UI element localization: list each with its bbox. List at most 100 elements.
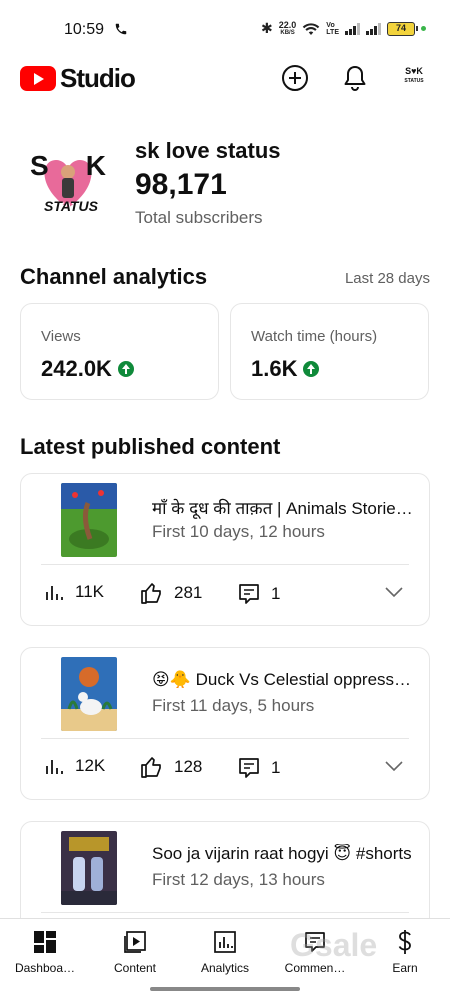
- video-thumbnail[interactable]: [61, 657, 117, 731]
- avatar-text-bottom: STATUS: [404, 78, 424, 84]
- dashboard-icon: [34, 931, 56, 953]
- volte-top: Vo: [326, 21, 335, 29]
- create-button[interactable]: [279, 62, 311, 94]
- channel-name: sk love status: [135, 138, 281, 163]
- analytics-period: Last 28 days: [344, 270, 430, 287]
- speed-unit: KB/S: [280, 29, 295, 36]
- views-stat: 11K: [45, 582, 104, 602]
- plus-circle-icon: [282, 65, 308, 91]
- views-stat: 12K: [45, 756, 105, 776]
- content-card[interactable]: माँ के दूध की ताक़त | Animals Stories #s…: [20, 473, 430, 626]
- volte-bottom: LTE: [326, 28, 339, 36]
- divider: [41, 738, 409, 739]
- status-time: 10:59: [64, 21, 105, 38]
- analytics-title: Channel analytics: [20, 264, 208, 289]
- comments-count: 1: [271, 584, 281, 603]
- views-number: 242.0K: [41, 356, 112, 381]
- subscriber-count: 98,171: [135, 168, 227, 201]
- nav-earn[interactable]: Earn: [360, 929, 450, 975]
- notifications-button[interactable]: [339, 62, 371, 94]
- thumbnail-image-icon: [61, 657, 117, 731]
- nav-label: Commen…: [284, 961, 346, 975]
- wifi-icon: [303, 22, 320, 35]
- comments-stat: 1: [237, 582, 280, 606]
- trend-up-icon: [117, 361, 134, 377]
- nav-comments[interactable]: Commen…: [270, 929, 360, 975]
- nav-dashboard[interactable]: Dashboa…: [0, 929, 90, 975]
- analytics-icon: [214, 931, 236, 953]
- avatar-tagline: STATUS: [44, 198, 98, 214]
- phone-icon: [115, 23, 127, 35]
- signal-icon-2: [366, 22, 381, 35]
- video-thumbnail[interactable]: [61, 831, 117, 905]
- nav-label: Analytics: [200, 961, 250, 975]
- bar-chart-icon: [46, 760, 63, 774]
- speed-value: 22.0: [278, 19, 297, 30]
- avatar-text-top: S♥K: [405, 66, 423, 76]
- nav-content[interactable]: Content: [90, 929, 180, 975]
- views-count: 11K: [75, 582, 104, 601]
- watch-time-card[interactable]: Watch time (hours) 1.6K: [230, 303, 429, 400]
- chevron-down-icon[interactable]: [385, 586, 403, 598]
- account-avatar[interactable]: S♥K STATUS: [400, 66, 428, 90]
- video-age: First 10 days, 12 hours: [152, 522, 325, 541]
- nav-label: Content: [113, 961, 157, 975]
- watch-time-label: Watch time (hours): [251, 328, 378, 345]
- divider: [41, 564, 409, 565]
- likes-count: 281: [174, 583, 203, 602]
- bluetooth-icon: ✱: [261, 20, 273, 36]
- content-icon: [124, 931, 146, 953]
- nav-label: Dashboa…: [14, 961, 76, 975]
- subscriber-label: Total subscribers: [135, 208, 263, 227]
- thumbs-up-icon: [141, 757, 161, 778]
- home-indicator[interactable]: [150, 987, 300, 991]
- latest-content-title: Latest published content: [20, 434, 281, 459]
- trend-up-icon: [303, 361, 320, 377]
- video-title: Soo ja vijarin raat hogyi 😇 #shorts: [152, 844, 412, 863]
- app-header: Studio S♥K STATUS: [0, 58, 450, 102]
- bar-chart-icon: [46, 586, 63, 600]
- signal-icon-1: [345, 22, 360, 35]
- avatar-letter-left: S: [30, 150, 49, 181]
- nav-analytics[interactable]: Analytics: [180, 929, 270, 975]
- likes-count: 128: [174, 757, 203, 776]
- thumbs-up-icon: [141, 583, 161, 604]
- network-speed: 22.0 KB/S: [278, 19, 297, 37]
- video-thumbnail[interactable]: [61, 483, 117, 557]
- volte-indicator: Vo LTE: [326, 22, 339, 36]
- watch-time-number: 1.6K: [251, 356, 298, 381]
- channel-summary: S K STATUS sk love status 98,171 Total s…: [0, 130, 450, 240]
- app-name: Studio: [60, 63, 136, 93]
- earn-icon: [398, 930, 411, 954]
- comments-count: 1: [271, 758, 281, 777]
- comment-icon: [239, 758, 259, 778]
- thumbnail-image-icon: [61, 831, 117, 905]
- thumbnail-image-icon: [61, 483, 117, 557]
- divider: [41, 912, 409, 913]
- channel-avatar[interactable]: S K STATUS: [28, 148, 108, 218]
- comments-icon: [305, 932, 325, 952]
- video-age: First 11 days, 5 hours: [152, 696, 315, 715]
- status-bar: 10:59 ✱ 22.0 KB/S Vo LTE 74: [0, 0, 450, 58]
- video-age: First 12 days, 13 hours: [152, 870, 325, 889]
- youtube-logo-icon: [20, 66, 56, 91]
- nav-label: Earn: [392, 961, 418, 975]
- watch-time-value: 1.6K: [251, 356, 320, 382]
- bell-icon: [344, 66, 366, 91]
- bottom-navigation: Dashboa… Content Analytics Commen… Earn …: [0, 918, 450, 1000]
- avatar-letter-right: K: [85, 150, 106, 181]
- comment-icon: [239, 584, 259, 604]
- content-card[interactable]: 😝🐥 Duck Vs Celestial oppression #shorts …: [20, 647, 430, 800]
- likes-stat: 128: [140, 756, 202, 778]
- comments-stat: 1: [237, 756, 280, 780]
- views-card[interactable]: Views 242.0K: [20, 303, 219, 400]
- video-title: 😝🐥 Duck Vs Celestial oppression #shorts: [152, 670, 414, 689]
- views-count: 12K: [75, 756, 106, 775]
- likes-stat: 281: [140, 582, 202, 604]
- chevron-down-icon[interactable]: [385, 760, 403, 772]
- battery-icon: 74: [387, 21, 418, 36]
- privacy-dot: [421, 26, 426, 31]
- views-value: 242.0K: [41, 356, 134, 382]
- video-title: माँ के दूध की ताक़त | Animals Stories #s…: [152, 499, 414, 518]
- views-label: Views: [41, 328, 81, 345]
